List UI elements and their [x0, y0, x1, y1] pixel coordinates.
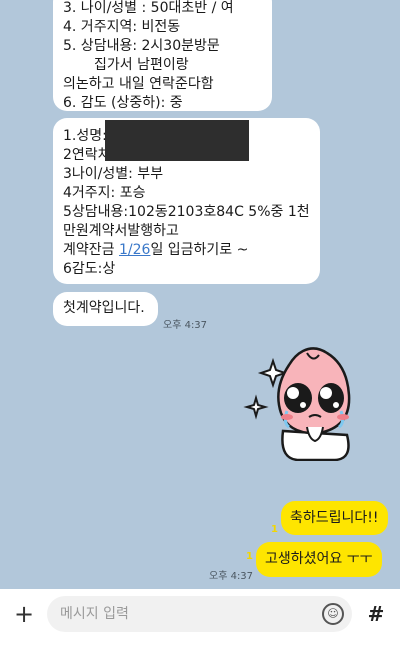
message-input[interactable]: 메시지 입력 ☺ [47, 596, 352, 632]
message-line: 3나이/성별: 부부 [63, 166, 164, 182]
message-line: 만원계약서발행하고 [63, 223, 179, 239]
unread-count: 1 [246, 551, 253, 562]
message-line: 3. 나이/성별 : 50대초반 / 여 [63, 0, 234, 16]
message-time: 오후 4:37 [209, 571, 254, 582]
unread-count: 1 [271, 524, 278, 535]
message-text: 축하드립니다!! [290, 510, 379, 526]
message-line: 계약잔금 1/26일 입금하기로 ~ [63, 241, 310, 260]
emoji-icon[interactable]: ☺ [322, 603, 344, 625]
message-line: 6감도:상 [63, 261, 116, 277]
hashtag-search-button[interactable]: # [363, 600, 389, 628]
my-message-bubble[interactable]: 축하드립니다!! [281, 501, 388, 535]
message-text: 첫계약입니다. [63, 300, 145, 316]
message-line: 의논하고 내일 연락준다함 [63, 76, 214, 92]
message-line: 4. 거주지역: 비전동 [63, 19, 181, 35]
message-text: 계약잔금 [63, 242, 119, 258]
message-line: 4거주지: 포승 [63, 185, 146, 201]
my-message-bubble[interactable]: 고생하셨어요 ㅜㅜ [256, 542, 382, 577]
message-line: 집가서 남편이랑 [94, 57, 189, 73]
message-text: 고생하셨어요 ㅜㅜ [265, 551, 373, 567]
message-input-bar: + 메시지 입력 ☺ # [0, 589, 400, 650]
message-line: 5. 상담내용: 2시30분방문 [63, 38, 220, 54]
message-bubble-consult-1[interactable]: 3. 나이/성별 : 50대초반 / 여 4. 거주지역: 비전동 5. 상담내… [53, 0, 272, 111]
plus-icon[interactable]: + [10, 600, 38, 628]
message-input-placeholder: 메시지 입력 [60, 606, 129, 622]
message-text: 일 입금하기로 ~ [150, 242, 249, 258]
message-line: 5상담내용:102동2103호84C 5%중 1천 [63, 204, 310, 220]
crying-peach-sticker[interactable] [243, 343, 361, 461]
message-time: 오후 4:37 [163, 320, 208, 331]
date-link[interactable]: 1/26 [119, 242, 150, 258]
redaction-block [105, 120, 249, 161]
message-bubble-first-contract[interactable]: 첫계약입니다. [53, 292, 158, 326]
message-line: 6. 감도 (상중하): 중 [63, 95, 183, 111]
chat-area[interactable]: 3. 나이/성별 : 50대초반 / 여 4. 거주지역: 비전동 5. 상담내… [0, 0, 400, 589]
